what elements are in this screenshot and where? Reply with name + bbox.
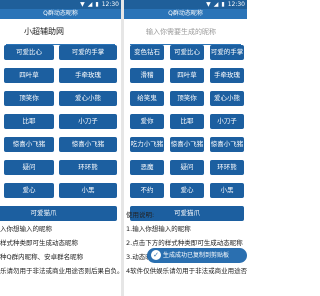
style-button[interactable]: 滑稽 xyxy=(130,68,164,83)
right-screen: ▼ ◢ ▮ 12:30 Q群动态昵称 输入你需要生成的昵称 变色钻石 可爱比心 可爱… xyxy=(124,0,247,296)
style-button[interactable]: 疑问 xyxy=(4,160,54,175)
left-screen: ▼ ◢ ▮ 12:30 Q群动态昵称 小超辅助网 可爱比心 可爱的手掌 四叶草 手牵玫… xyxy=(0,0,121,296)
style-button[interactable]: 惊喜小飞猪 xyxy=(170,137,204,152)
help-line: 样式种类即可生成动态昵称 xyxy=(0,239,78,247)
style-button[interactable]: 环环熊 xyxy=(59,160,117,175)
button-row: 四叶草 手牵玫瑰 xyxy=(0,68,121,83)
help-line: 种Q群内昵称、安卓群名昵称 xyxy=(0,253,84,261)
button-row: 给笑鬼 顶笑你 爱心小熊 xyxy=(124,91,247,106)
button-row: 恶魔 疑问 环环熊 xyxy=(124,160,247,175)
style-button[interactable]: 比耶 xyxy=(170,114,204,129)
style-button[interactable]: 手牵玫瑰 xyxy=(59,68,117,83)
status-bar: ▼ ◢ ▮ 12:30 xyxy=(124,0,247,9)
check-circle-icon: ✓ xyxy=(151,250,161,260)
style-button[interactable]: 变色钻石 xyxy=(130,45,164,60)
app-title: Q群动态昵称 xyxy=(0,9,121,19)
wifi-icon: ▼ xyxy=(206,1,211,8)
style-button[interactable]: 可爱比心 xyxy=(4,45,54,60)
style-button[interactable]: 惊喜小飞猪 xyxy=(59,137,117,152)
button-row: 爱你 比耶 小刀子 xyxy=(124,114,247,129)
battery-icon: ▮ xyxy=(221,1,225,8)
style-button[interactable]: 手牵玫瑰 xyxy=(210,68,244,83)
nickname-input[interactable]: 输入你需要生成的昵称 xyxy=(130,19,241,45)
style-button[interactable]: 可爱的手掌 xyxy=(59,45,117,60)
button-row: 顶笑你 爱心小熊 xyxy=(0,91,121,106)
style-button[interactable]: 四叶草 xyxy=(4,68,54,83)
help-line: 4软件仅供娱乐请勿用于非法或商业用途否则后果自负。 xyxy=(126,267,247,275)
style-button[interactable]: 爱你 xyxy=(130,114,164,129)
signal-icon: ◢ xyxy=(213,1,219,8)
style-button[interactable]: 吃力小飞猪 xyxy=(130,137,164,152)
cat-paw-button[interactable]: 可爱猫爪 xyxy=(0,206,117,221)
button-row: 可爱比心 可爱的手掌 xyxy=(0,45,121,60)
signal-icon: ◢ xyxy=(87,1,93,8)
style-button[interactable]: 恶魔 xyxy=(130,160,164,175)
toast-text: 生成成功已复制到剪贴板 xyxy=(163,252,230,259)
help-line: 乐请勿用于非法或商业用途否则后果自负。 xyxy=(0,267,121,275)
style-button[interactable]: 顶笑你 xyxy=(4,91,54,106)
nickname-input[interactable]: 小超辅助网 xyxy=(6,19,115,45)
style-button[interactable]: 小黑 xyxy=(210,183,244,198)
button-row: 惊喜小飞猪 惊喜小飞猪 xyxy=(0,137,121,152)
style-button[interactable]: 小黑 xyxy=(59,183,117,198)
help-title: 使用说明: xyxy=(126,211,155,219)
style-button[interactable]: 惊喜小飞猪 xyxy=(210,137,244,152)
help-line: 入你想输入的昵称 xyxy=(0,225,52,233)
style-button[interactable]: 不约 xyxy=(130,183,164,198)
status-time: 12:30 xyxy=(227,1,245,8)
style-button[interactable]: 爱心 xyxy=(4,183,54,198)
style-button[interactable]: 爱心小熊 xyxy=(210,91,244,106)
style-button[interactable]: 爱心 xyxy=(170,183,204,198)
style-button[interactable]: 惊喜小飞猪 xyxy=(4,137,54,152)
status-bar: ▼ ◢ ▮ 12:30 xyxy=(0,0,121,9)
nickname-input-placeholder[interactable]: 输入你需要生成的昵称 xyxy=(146,27,216,37)
button-row: 吃力小飞猪 惊喜小飞猪 惊喜小飞猪 xyxy=(124,137,247,152)
button-row: 爱心 小黑 xyxy=(0,183,121,198)
help-line: 1.输入你想输入的昵称 xyxy=(126,225,191,233)
toast-message: ✓ 生成成功已复制到剪贴板 xyxy=(147,248,247,263)
style-button[interactable]: 环环熊 xyxy=(210,160,244,175)
style-button[interactable]: 可爱的手掌 xyxy=(210,45,244,60)
style-button[interactable]: 小刀子 xyxy=(59,114,117,129)
button-row: 疑问 环环熊 xyxy=(0,160,121,175)
button-row: 变色钻石 可爱比心 可爱的手掌 xyxy=(124,45,247,60)
status-time: 12:30 xyxy=(101,1,119,8)
style-button[interactable]: 给笑鬼 xyxy=(130,91,164,106)
button-row: 比耶 小刀子 xyxy=(0,114,121,129)
style-button[interactable]: 爱心小熊 xyxy=(59,91,117,106)
style-button[interactable]: 小刀子 xyxy=(210,114,244,129)
button-row: 不约 爱心 小黑 xyxy=(124,183,247,198)
button-row: 滑稽 四叶草 手牵玫瑰 xyxy=(124,68,247,83)
style-button[interactable]: 顶笑你 xyxy=(170,91,204,106)
wifi-icon: ▼ xyxy=(80,1,85,8)
style-button[interactable]: 四叶草 xyxy=(170,68,204,83)
style-button[interactable]: 比耶 xyxy=(4,114,54,129)
style-button[interactable]: 可爱比心 xyxy=(170,45,204,60)
app-title: Q群动态昵称 xyxy=(124,9,247,19)
nickname-input-value[interactable]: 小超辅助网 xyxy=(24,26,64,37)
battery-icon: ▮ xyxy=(95,1,99,8)
style-button[interactable]: 疑问 xyxy=(170,160,204,175)
